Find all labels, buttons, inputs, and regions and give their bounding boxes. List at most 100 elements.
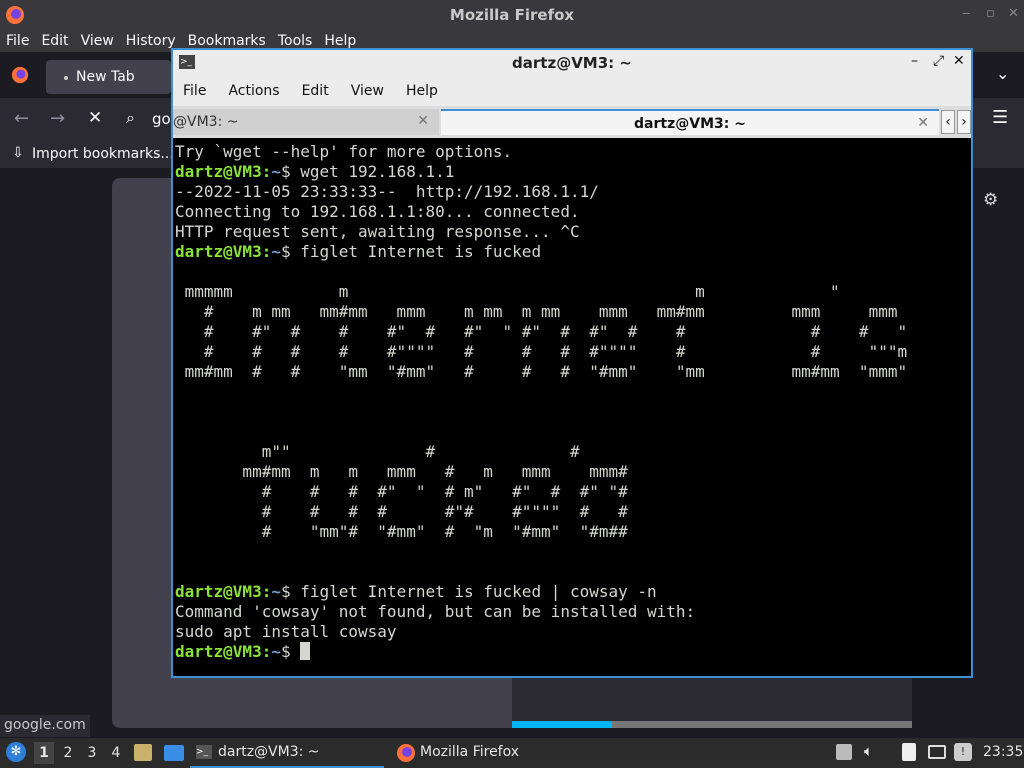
terminal-output-line: # "mm"# "#mm" # "m "#mm" "#m## xyxy=(175,522,628,541)
loading-progress-bar xyxy=(512,721,612,728)
show-desktop-icon[interactable] xyxy=(164,745,184,761)
terminal-icon: >_ xyxy=(196,745,212,759)
terminal-output-line: mm#mm m m mmm # m mmm mmm# xyxy=(175,462,628,481)
terminal-output-line: # # # # #"""" # # # #"""" # # """m xyxy=(175,342,908,361)
forward-icon[interactable]: → xyxy=(50,108,65,129)
update-notifier-icon[interactable]: ! xyxy=(954,743,972,761)
app-menu-icon[interactable]: ✻ xyxy=(6,742,26,762)
clock[interactable]: 23:35 xyxy=(983,744,1023,760)
minimize-icon[interactable]: – xyxy=(911,53,918,69)
menu-tools[interactable]: Tools xyxy=(278,33,313,49)
terminal-output[interactable]: Try `wget --help' for more options. dartz… xyxy=(173,142,971,676)
menu-edit[interactable]: Edit xyxy=(41,33,68,49)
firefox-titlebar[interactable]: Mozilla Firefox ‒ ▫ ✕ xyxy=(0,0,1024,30)
search-icon: ⌕ xyxy=(126,108,135,127)
close-icon[interactable]: ✕ xyxy=(1008,6,1019,21)
app-menu-icon[interactable]: ☰ xyxy=(992,107,1008,128)
loading-progress-track xyxy=(612,721,912,728)
terminal-tab-1[interactable]: @VM3: ~ ✕ xyxy=(173,109,439,135)
terminal-tab-2[interactable]: dartz@VM3: ~ ✕ xyxy=(441,109,939,135)
tab-label: dartz@VM3: ~ xyxy=(634,116,746,132)
maximize-icon[interactable]: ▫ xyxy=(986,6,995,21)
back-icon[interactable]: ← xyxy=(14,108,29,129)
menu-view[interactable]: View xyxy=(351,83,384,99)
gear-icon[interactable]: ⚙ xyxy=(983,190,998,210)
prompt-path: ~ xyxy=(271,162,281,181)
terminal-output-line: m"" # # xyxy=(175,442,580,461)
terminal-output-line: mm#mm # # "mm "#mm" # # # "#mm" "mm mm#m… xyxy=(175,362,908,381)
workspace-2[interactable]: 2 xyxy=(58,742,78,764)
terminal-window: >_ dartz@VM3: ~ – ⤢ ✕ File Actions Edit … xyxy=(171,48,973,678)
terminal-prompt-line: dartz@VM3:~$ wget 192.168.1.1 xyxy=(175,162,455,181)
terminal-cursor xyxy=(300,642,311,660)
network-icon[interactable] xyxy=(928,745,946,759)
notes-icon[interactable] xyxy=(902,743,916,761)
list-all-tabs-icon[interactable]: ⌄ xyxy=(996,64,1009,83)
task-firefox[interactable]: Mozilla Firefox xyxy=(394,740,574,766)
status-bar: google.com xyxy=(0,715,90,737)
terminal-output-line: # # # # #"# #"""" # # xyxy=(175,502,628,521)
workspace-3[interactable]: 3 xyxy=(82,742,102,764)
terminal-output-line: # # # #" " # m" #" # #" "# xyxy=(175,482,628,501)
tab-label: New Tab xyxy=(76,69,135,85)
terminal-output-line: sudo apt install cowsay xyxy=(175,622,397,641)
firefox-view-icon[interactable] xyxy=(11,66,29,84)
terminal-titlebar[interactable]: >_ dartz@VM3: ~ – ⤢ ✕ xyxy=(173,50,971,76)
maximize-icon[interactable]: ⤢ xyxy=(933,53,944,69)
import-bookmarks-link[interactable]: Import bookmarks... xyxy=(32,146,174,162)
menu-file[interactable]: File xyxy=(183,83,206,99)
minimize-icon[interactable]: ‒ xyxy=(962,6,970,21)
file-manager-icon[interactable] xyxy=(134,744,152,761)
prompt-path: ~ xyxy=(271,642,281,661)
prompt-path: ~ xyxy=(271,582,281,601)
close-tab-icon[interactable]: ✕ xyxy=(417,113,429,129)
tab-new-tab[interactable]: New Tab xyxy=(46,60,171,94)
terminal-output-line: Connecting to 192.168.1.1:80... connecte… xyxy=(175,202,580,221)
scroll-tabs-right-icon[interactable]: › xyxy=(957,110,971,134)
prompt-user: dartz@VM3 xyxy=(175,162,262,181)
menu-history[interactable]: History xyxy=(126,33,176,49)
menu-view[interactable]: View xyxy=(81,33,114,49)
task-label: dartz@VM3: ~ xyxy=(218,744,320,760)
task-terminal[interactable]: >_ dartz@VM3: ~ xyxy=(192,740,384,766)
menu-file[interactable]: File xyxy=(6,33,29,49)
stop-loading-icon[interactable]: ✕ xyxy=(88,108,102,128)
menu-actions[interactable]: Actions xyxy=(228,83,279,99)
import-bookmarks-icon: ⇩ xyxy=(12,145,24,161)
terminal-output-line: --2022-11-05 23:33:33-- http://192.168.1… xyxy=(175,182,599,201)
terminal-tabbar: @VM3: ~ ✕ dartz@VM3: ~ ✕ ‹ › xyxy=(173,106,971,138)
menu-help[interactable]: Help xyxy=(324,33,356,49)
clipboard-icon[interactable] xyxy=(836,744,852,760)
terminal-output-line: # #" # # #" # #" " #" # #" # # # # " xyxy=(175,322,908,341)
menu-help[interactable]: Help xyxy=(406,83,438,99)
scroll-tabs-left-icon[interactable]: ‹ xyxy=(941,110,955,134)
terminal-prompt-line: dartz@VM3:~$ figlet Internet is fucked xyxy=(175,242,542,261)
taskbar: ✻ 1 2 3 4 >_ dartz@VM3: ~ Mozilla Firefo… xyxy=(0,738,1024,768)
url-input[interactable]: go xyxy=(152,110,171,128)
terminal-title: dartz@VM3: ~ xyxy=(512,54,632,72)
loading-dot-icon xyxy=(64,76,68,80)
prompt-user: dartz@VM3 xyxy=(175,642,262,661)
terminal-output-line: Command 'cowsay' not found, but can be i… xyxy=(175,602,696,621)
firefox-logo-icon xyxy=(397,744,415,762)
tab-label: @VM3: ~ xyxy=(173,114,239,130)
firefox-window-title: Mozilla Firefox xyxy=(449,6,575,24)
terminal-prompt-line: dartz@VM3:~$ xyxy=(175,642,971,662)
menu-edit[interactable]: Edit xyxy=(302,83,329,99)
workspace-1[interactable]: 1 xyxy=(34,742,54,764)
prompt-user: dartz@VM3 xyxy=(175,582,262,601)
terminal-output-line: # m mm mm#mm mmm m mm m mm mmm mm#mm mmm… xyxy=(175,302,898,321)
close-tab-icon[interactable]: ✕ xyxy=(917,115,929,131)
terminal-menubar: File Actions Edit View Help xyxy=(173,76,971,106)
task-label: Mozilla Firefox xyxy=(420,744,520,760)
close-icon[interactable]: ✕ xyxy=(953,53,965,69)
workspace-4[interactable]: 4 xyxy=(106,742,126,764)
volume-icon[interactable]: 🔈︎ xyxy=(864,742,873,760)
menu-bookmarks[interactable]: Bookmarks xyxy=(188,33,266,49)
